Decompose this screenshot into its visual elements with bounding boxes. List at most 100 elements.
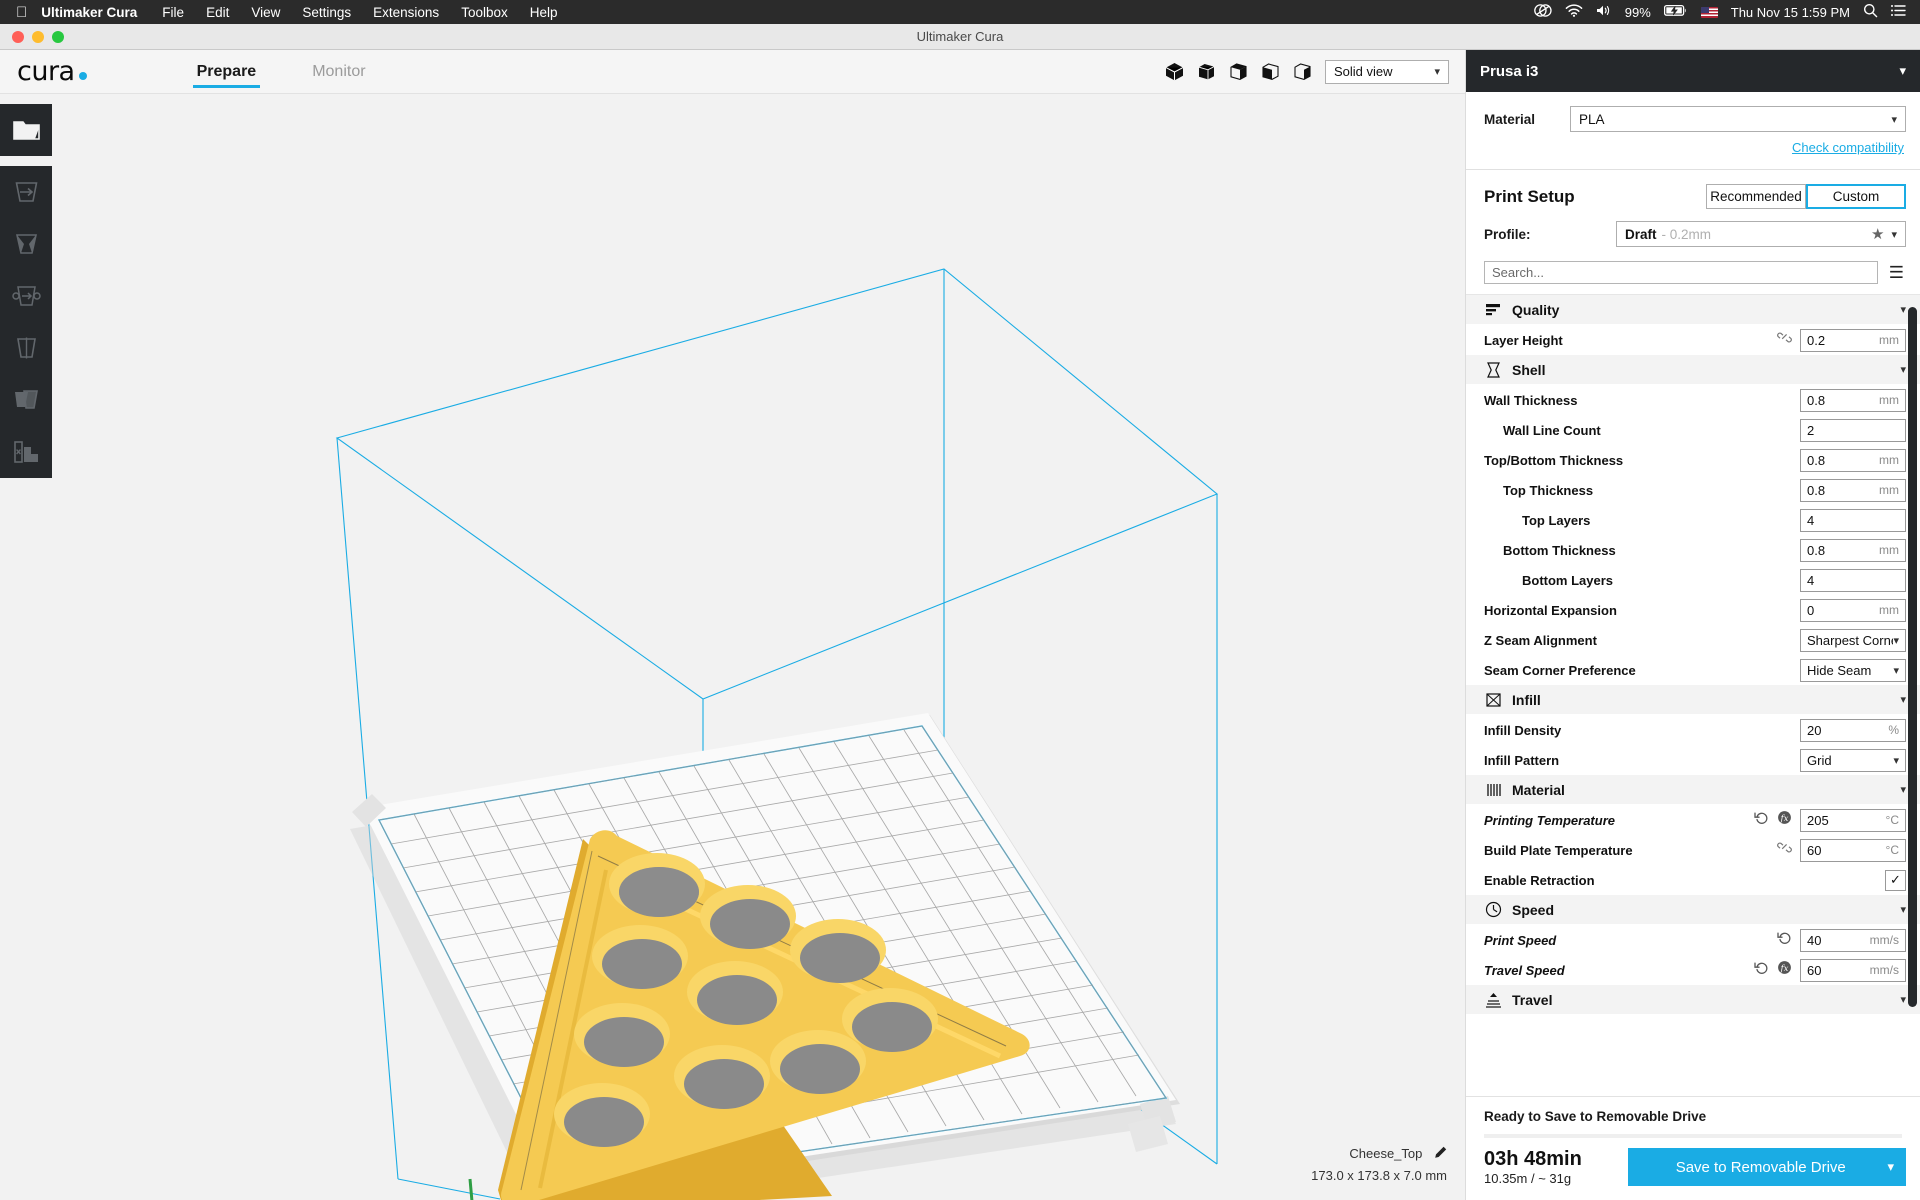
setting-input-printing-temperature[interactable]: 205 °C	[1800, 808, 1906, 832]
footer-main-row: 03h 48min 10.35m / ~ 31g Save to Removab…	[1466, 1138, 1920, 1200]
setting-dropdown-infill-pattern[interactable]: Grid ▾	[1800, 748, 1906, 772]
revert-icon[interactable]	[1754, 961, 1769, 979]
view-mode-dropdown[interactable]: Solid view ▾	[1325, 59, 1449, 84]
setting-input-horizontal-expansion[interactable]: 0 mm	[1800, 598, 1906, 622]
setting-label: Seam Corner Preference	[1484, 662, 1636, 678]
hamburger-icon[interactable]: ☰	[1887, 264, 1906, 281]
setting-dropdown-seam-corner-preference[interactable]: Hide Seam ▾	[1800, 658, 1906, 682]
save-button-label: Save to Removable Drive	[1675, 1158, 1846, 1176]
apple-icon[interactable]: 	[0, 5, 41, 20]
setting-unit: mm/s	[1869, 963, 1899, 977]
setting-value: 60	[1807, 842, 1822, 858]
setting-value: 205	[1807, 812, 1829, 828]
view-front-icon[interactable]	[1197, 62, 1216, 81]
rotate-tool[interactable]	[0, 270, 52, 322]
setting-checkbox-enable-retraction[interactable]: ✓	[1885, 869, 1906, 891]
per-model-settings-tool[interactable]	[0, 374, 52, 426]
save-to-removable-drive-button[interactable]: Save to Removable Drive ▾	[1628, 1148, 1906, 1186]
open-file-tool[interactable]	[0, 104, 52, 156]
travel-icon	[1484, 991, 1502, 1009]
control-center-icon[interactable]	[1891, 4, 1906, 20]
us-flag-icon[interactable]	[1700, 6, 1718, 18]
link-icon[interactable]	[1777, 841, 1792, 859]
settings-scroll-area[interactable]: Quality ▾ Layer Height 0.2 mm Shell ▾ Wall Thic…	[1466, 294, 1920, 1096]
setting-value: 60	[1807, 962, 1822, 978]
view-left-icon[interactable]	[1261, 62, 1280, 81]
tab-monitor[interactable]: Monitor	[284, 50, 393, 94]
print-time-estimate: 03h 48min	[1484, 1148, 1582, 1170]
menubar-clock[interactable]: Thu Nov 15 1:59 PM	[1731, 5, 1850, 20]
settings-category-infill[interactable]: Infill ▾	[1466, 685, 1920, 715]
setting-input-top-thickness[interactable]: 0.8 mm	[1800, 478, 1906, 502]
check-compatibility-link[interactable]: Check compatibility	[1792, 140, 1904, 155]
settings-category-speed[interactable]: Speed ▾	[1466, 895, 1920, 925]
setting-input-wall-line-count[interactable]: 2	[1800, 418, 1906, 442]
star-icon[interactable]: ★	[1871, 225, 1884, 243]
view-right-icon[interactable]	[1293, 62, 1312, 81]
chevron-down-icon: ▾	[1434, 66, 1440, 78]
settings-category-shell[interactable]: Shell ▾	[1466, 355, 1920, 385]
print-status-text: Ready to Save to Removable Drive	[1484, 1109, 1707, 1124]
material-icon	[1484, 781, 1502, 799]
settings-category-quality[interactable]: Quality ▾	[1466, 295, 1920, 325]
setting-label: Layer Height	[1484, 332, 1563, 348]
setting-input-build-plate-temperature[interactable]: 60 °C	[1800, 838, 1906, 862]
print-settings-panel: Prusa i3 ▾ Material PLA ▾ Check compatib…	[1465, 50, 1920, 1200]
search-input[interactable]	[1484, 261, 1878, 284]
menu-file[interactable]: File	[151, 5, 195, 20]
link-icon[interactable]	[1777, 331, 1792, 349]
menu-extensions[interactable]: Extensions	[362, 5, 450, 20]
menu-edit[interactable]: Edit	[195, 5, 240, 20]
setting-input-bottom-thickness[interactable]: 0.8 mm	[1800, 538, 1906, 562]
mirror-tool[interactable]	[0, 322, 52, 374]
setting-input-travel-speed[interactable]: 60 mm/s	[1800, 958, 1906, 982]
cura-logo-dot	[78, 72, 87, 80]
menu-settings[interactable]: Settings	[291, 5, 362, 20]
setting-unit: °C	[1885, 843, 1899, 857]
function-icon[interactable]: fx	[1777, 810, 1792, 830]
pencil-icon[interactable]	[1433, 1146, 1447, 1166]
setting-dropdown-z-seam-alignment[interactable]: Sharpest Corner ▾	[1800, 628, 1906, 652]
move-tool[interactable]	[0, 166, 52, 218]
setting-input-wall-thickness[interactable]: 0.8 mm	[1800, 388, 1906, 412]
function-icon[interactable]: fx	[1777, 960, 1792, 980]
mode-custom-button[interactable]: Custom	[1806, 184, 1906, 209]
tab-prepare[interactable]: Prepare	[169, 50, 285, 94]
profile-dropdown[interactable]: Draft - 0.2mm ★ ▾	[1616, 221, 1906, 247]
view-3d-icon[interactable]	[1165, 62, 1184, 81]
creative-cloud-icon[interactable]	[1533, 4, 1552, 20]
setting-input-top-layers[interactable]: 4	[1800, 508, 1906, 532]
build-plate-viewport[interactable]: Cheese_Top 173.0 x 173.8 x 7.0 mm	[0, 94, 1465, 1200]
chevron-down-icon: ▾	[1900, 694, 1906, 706]
scale-tool[interactable]	[0, 218, 52, 270]
revert-icon[interactable]	[1777, 931, 1792, 949]
setting-input-top-bottom-thickness[interactable]: 0.8 mm	[1800, 448, 1906, 472]
volume-icon[interactable]	[1596, 4, 1612, 20]
setting-input-print-speed[interactable]: 40 mm/s	[1800, 928, 1906, 952]
support-blocker-icon	[13, 441, 40, 463]
printer-selector[interactable]: Prusa i3 ▾	[1466, 50, 1920, 92]
mode-recommended-button[interactable]: Recommended	[1706, 184, 1806, 209]
setting-label: Bottom Layers	[1522, 572, 1614, 588]
wifi-icon[interactable]	[1565, 4, 1583, 20]
category-label: Travel	[1512, 991, 1553, 1008]
search-icon[interactable]	[1863, 3, 1878, 21]
battery-charging-icon[interactable]	[1663, 4, 1688, 20]
settings-category-travel[interactable]: Travel ▾	[1466, 985, 1920, 1015]
chevron-down-icon[interactable]: ▾	[1887, 1159, 1894, 1175]
setting-input-layer-height[interactable]: 0.2 mm	[1800, 328, 1906, 352]
menu-view[interactable]: View	[240, 5, 291, 20]
setting-input-infill-density[interactable]: 20%	[1800, 718, 1906, 742]
view-top-icon[interactable]	[1229, 62, 1248, 81]
settings-scrollbar[interactable]	[1908, 307, 1917, 1007]
settings-category-material[interactable]: Material ▾	[1466, 775, 1920, 805]
revert-icon[interactable]	[1754, 811, 1769, 829]
support-blocker-tool[interactable]	[0, 426, 52, 478]
material-dropdown[interactable]: PLA ▾	[1570, 106, 1906, 132]
menu-toolbox[interactable]: Toolbox	[450, 5, 519, 20]
setting-input-bottom-layers[interactable]: 4	[1800, 568, 1906, 592]
menu-app-name[interactable]: Ultimaker Cura	[41, 5, 151, 20]
menu-help[interactable]: Help	[519, 5, 569, 20]
setting-unit: mm	[1879, 393, 1899, 407]
setting-value: 0.8	[1807, 392, 1826, 408]
